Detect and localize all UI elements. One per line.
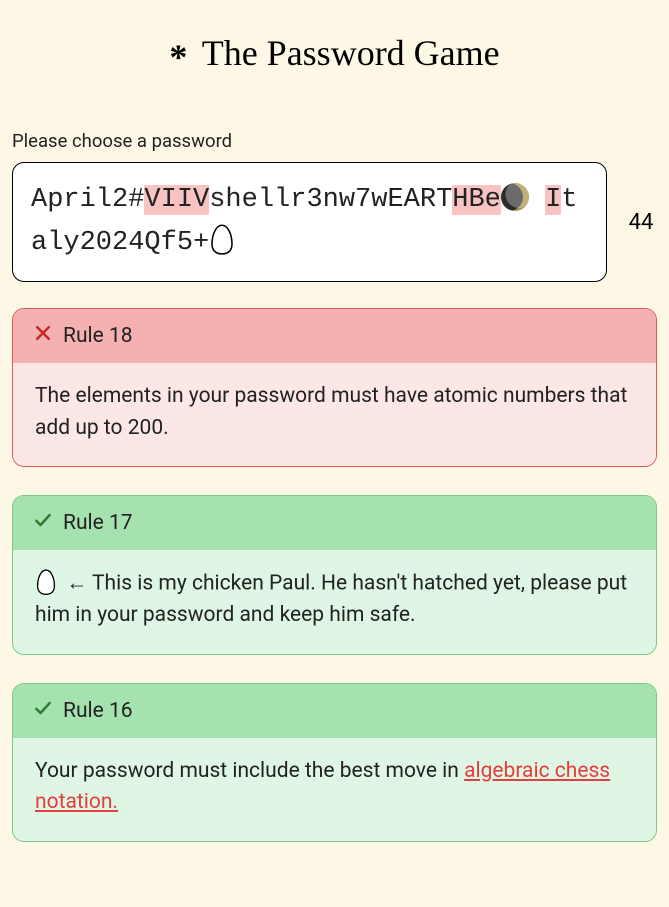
password-segment: I bbox=[545, 185, 561, 215]
rule-body: Your password must include the best move… bbox=[13, 738, 656, 841]
password-segment: VIIV bbox=[144, 185, 209, 215]
password-segment bbox=[529, 185, 545, 215]
rule-header: Rule 18 bbox=[13, 309, 656, 363]
asterisk-icon: * bbox=[169, 37, 187, 77]
password-segment: shellr3nw7wEART bbox=[209, 185, 452, 215]
rule-card: Rule 18 The elements in your password mus… bbox=[12, 308, 657, 467]
x-icon bbox=[33, 323, 53, 349]
egg-icon bbox=[209, 228, 235, 258]
password-segment: April2# bbox=[31, 185, 144, 215]
check-icon bbox=[33, 510, 53, 536]
moon-icon bbox=[501, 183, 529, 211]
rule-header: Rule 16 bbox=[13, 684, 656, 738]
rule-text: ← This is my chicken Paul. He hasn't hat… bbox=[35, 572, 627, 628]
password-input[interactable]: April2#VIIVshellr3nw7wEARTHBe Italy2024Q… bbox=[12, 162, 607, 282]
rule-body: ← This is my chicken Paul. He hasn't hat… bbox=[13, 550, 656, 653]
rule-card: Rule 16 Your password must include the be… bbox=[12, 683, 657, 842]
check-icon bbox=[33, 698, 53, 724]
page-title: * The Password Game bbox=[0, 32, 669, 74]
rule-header: Rule 17 bbox=[13, 496, 656, 550]
rule-label: Rule 18 bbox=[63, 324, 133, 348]
password-prompt: Please choose a password bbox=[12, 130, 669, 152]
password-segment: HBe bbox=[452, 185, 501, 215]
egg-icon bbox=[35, 568, 57, 600]
rule-label: Rule 17 bbox=[63, 511, 133, 535]
rule-card: Rule 17 ← This is my chicken Paul. He ha… bbox=[12, 495, 657, 654]
rule-text: Your password must include the best move… bbox=[35, 759, 464, 783]
title-text: The Password Game bbox=[202, 33, 500, 73]
rule-text: The elements in your password must have … bbox=[35, 384, 627, 440]
rule-body: The elements in your password must have … bbox=[13, 363, 656, 466]
rule-label: Rule 16 bbox=[63, 699, 133, 723]
char-count: 44 bbox=[625, 210, 657, 235]
